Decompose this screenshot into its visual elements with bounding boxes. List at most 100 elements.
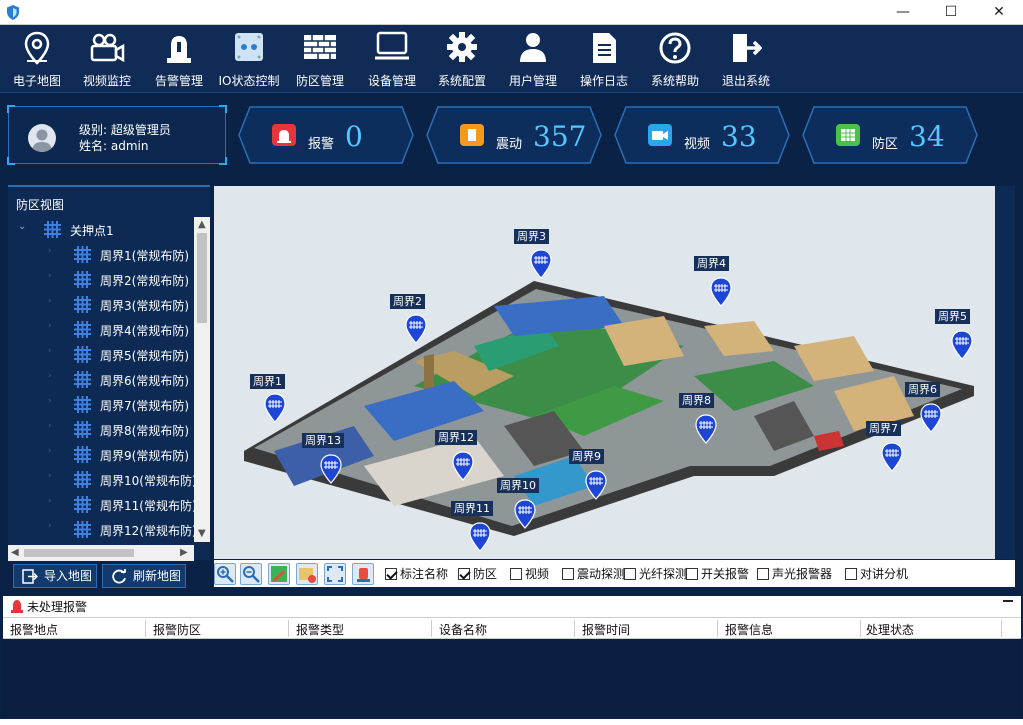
expand-icon[interactable]: ›: [48, 271, 52, 281]
collapse-icon[interactable]: ⌄: [18, 221, 26, 232]
toolbar-label: 防区管理: [295, 74, 344, 88]
toolbar-electronic-map[interactable]: 电子地图: [2, 25, 72, 93]
checkbox-box[interactable]: [624, 568, 636, 580]
panel-minimize-button[interactable]: [1003, 600, 1013, 602]
toolbar-exit-system[interactable]: 退出系统: [711, 25, 781, 93]
zone-pin-icon[interactable]: [585, 470, 607, 500]
fullscreen-button[interactable]: [324, 563, 346, 585]
checkbox-vibration[interactable]: 震动探测: [562, 565, 625, 582]
alarm-icon: [272, 124, 296, 146]
checkbox-box[interactable]: [458, 568, 470, 580]
scroll-left-arrow[interactable]: ◀: [11, 547, 19, 558]
user-text: 级别: 超级管理员 姓名: admin: [79, 122, 171, 154]
checkbox-box[interactable]: [845, 568, 857, 580]
tree-vertical-scrollbar[interactable]: ▲ ▼: [194, 217, 210, 542]
toolbar-alarm-manage[interactable]: 告警管理: [144, 25, 214, 93]
checkbox-siren[interactable]: 声光报警器: [757, 565, 832, 582]
scroll-down-arrow[interactable]: ▼: [198, 528, 206, 539]
column-header[interactable]: 报警时间: [582, 621, 630, 638]
column-header[interactable]: 处理状态: [866, 621, 914, 638]
checkbox-show-name[interactable]: 标注名称: [385, 565, 448, 582]
column-header[interactable]: 报警地点: [10, 621, 58, 638]
tree-item-label: 周界12(常规布防): [100, 524, 194, 538]
zoom-out-button[interactable]: [240, 563, 262, 585]
draw-button[interactable]: [268, 563, 290, 585]
zoom-in-icon: [217, 566, 234, 583]
toolbar-operation-log[interactable]: 操作日志: [569, 25, 639, 93]
zone-pin-icon[interactable]: [920, 403, 942, 433]
checkbox-video[interactable]: 视频: [510, 565, 549, 582]
locate-button[interactable]: [296, 563, 318, 585]
alarm-table-body[interactable]: [3, 639, 1021, 719]
toolbar-system-config[interactable]: 系统配置: [427, 25, 497, 93]
title-bar: — ☐ ✕: [0, 0, 1023, 25]
column-header[interactable]: 报警防区: [153, 621, 201, 638]
column-header[interactable]: 报警类型: [296, 621, 344, 638]
zone-pin-icon[interactable]: [881, 442, 903, 472]
zone-pin-icon[interactable]: [264, 393, 286, 423]
checkbox-fiber[interactable]: 光纤探测: [624, 565, 687, 582]
expand-icon[interactable]: ›: [48, 421, 52, 431]
zone-grid-icon: [74, 496, 91, 513]
toolbar-system-help[interactable]: 系统帮助: [640, 25, 710, 93]
zone-pin-icon[interactable]: [695, 414, 717, 444]
zone-grid-icon: [74, 371, 91, 388]
zone-pin-icon[interactable]: [469, 522, 491, 552]
stat-label: 震动: [496, 137, 523, 152]
map-view[interactable]: 周界1 周界2 周界3 周界4 周界5 周界6 周界7 周界8 周界9 周界10…: [214, 186, 995, 559]
stat-value: 357: [533, 120, 587, 153]
zone-pin-icon[interactable]: [514, 499, 536, 529]
close-button[interactable]: ✕: [976, 0, 1022, 25]
zone-tree[interactable]: ⌄ 关押点1 › 周界1(常规布防) › 周界2(常规布防) › 周界3(常规布防) …: [8, 217, 194, 542]
expand-icon[interactable]: ›: [48, 296, 52, 306]
alarm-locate-button[interactable]: [352, 563, 374, 585]
checkbox-intercom[interactable]: 对讲分机: [845, 565, 908, 582]
zone-pin-icon[interactable]: [530, 249, 552, 279]
toolbar-video-monitor[interactable]: 视频监控: [72, 25, 142, 93]
checkbox-box[interactable]: [385, 568, 397, 580]
scroll-thumb[interactable]: [197, 233, 207, 323]
toolbar-zone-manage[interactable]: 防区管理: [285, 25, 355, 93]
toolbar-io-control[interactable]: IO状态控制: [214, 25, 284, 93]
column-header[interactable]: 报警信息: [725, 621, 773, 638]
expand-icon[interactable]: ›: [48, 371, 52, 381]
checkbox-switch-alarm[interactable]: 开关报警: [686, 565, 749, 582]
import-icon: [22, 569, 38, 584]
minimize-button[interactable]: —: [880, 0, 926, 25]
scroll-thumb[interactable]: [24, 549, 134, 557]
checkbox-box[interactable]: [686, 568, 698, 580]
toolbar-user-manage[interactable]: 用户管理: [498, 25, 568, 93]
scroll-right-arrow[interactable]: ▶: [180, 547, 188, 558]
zone-pin-icon[interactable]: [320, 454, 342, 484]
checkbox-box[interactable]: [562, 568, 574, 580]
expand-icon[interactable]: ›: [48, 471, 52, 481]
import-map-button[interactable]: 导入地图: [13, 564, 97, 588]
refresh-map-button[interactable]: 刷新地图: [102, 564, 186, 588]
tree-horizontal-scrollbar[interactable]: ◀ ▶: [8, 545, 194, 561]
zone-icon: [836, 124, 860, 146]
zoom-in-button[interactable]: [214, 563, 236, 585]
toolbar-label: 退出系统: [721, 74, 770, 88]
checkbox-box[interactable]: [757, 568, 769, 580]
expand-icon[interactable]: ›: [48, 521, 52, 531]
stat-card-zone: 防区 34: [802, 106, 978, 164]
scroll-up-arrow[interactable]: ▲: [198, 219, 206, 230]
toolbar-device-manage[interactable]: 设备管理: [357, 25, 427, 93]
column-header[interactable]: 设备名称: [439, 621, 487, 638]
expand-icon[interactable]: ›: [48, 346, 52, 356]
checkbox-box[interactable]: [510, 568, 522, 580]
zone-pin-icon[interactable]: [405, 314, 427, 344]
zone-pin-icon[interactable]: [951, 330, 973, 360]
zone-pin-icon[interactable]: [452, 451, 474, 481]
expand-icon[interactable]: ›: [48, 396, 52, 406]
checkbox-zone[interactable]: 防区: [458, 565, 497, 582]
expand-icon[interactable]: ›: [48, 446, 52, 456]
expand-icon[interactable]: ›: [48, 496, 52, 506]
expand-icon[interactable]: ›: [48, 246, 52, 256]
zone-pin-icon[interactable]: [710, 277, 732, 307]
zone-label: 周界4: [694, 256, 729, 271]
alarm-light-icon: [167, 36, 191, 63]
zone-label: 周界2: [390, 294, 425, 309]
expand-icon[interactable]: ›: [48, 321, 52, 331]
maximize-button[interactable]: ☐: [928, 0, 974, 25]
